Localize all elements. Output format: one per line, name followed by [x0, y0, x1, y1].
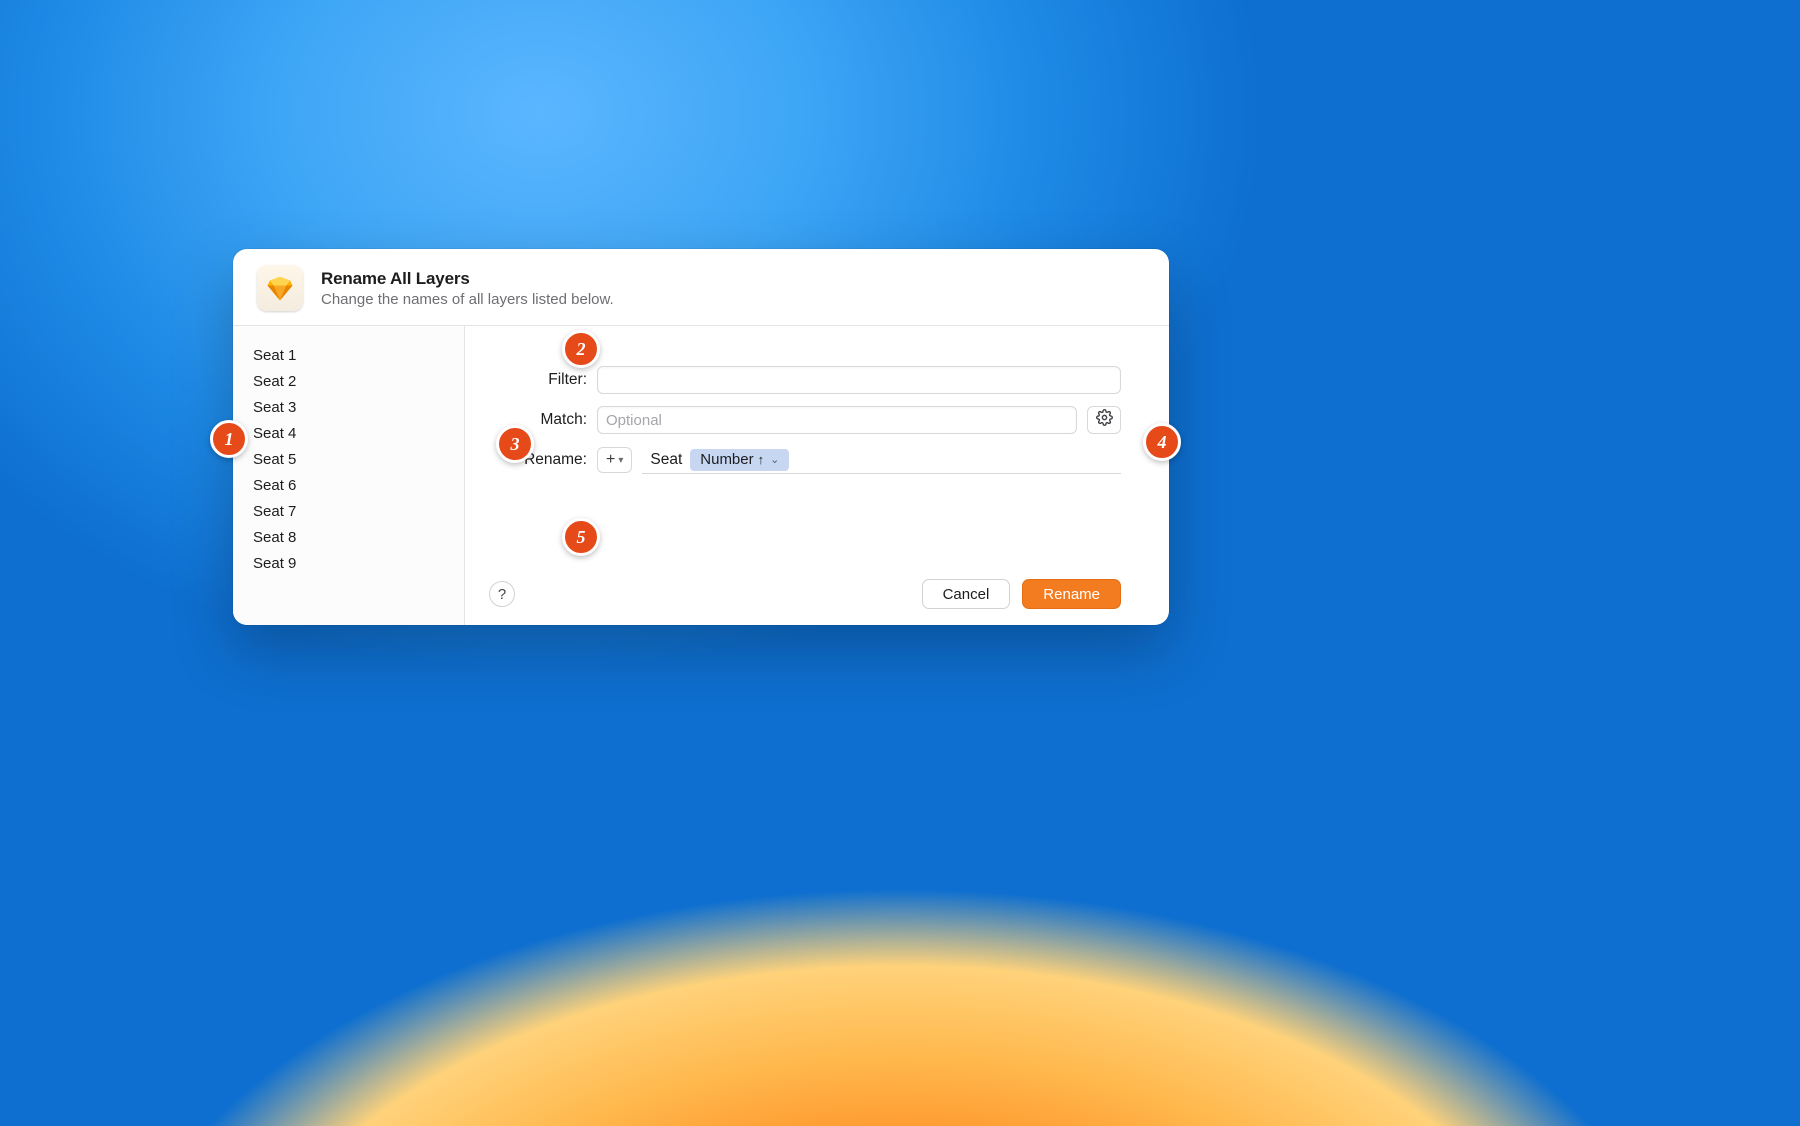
- annotation-marker-2: 2: [562, 330, 600, 368]
- match-label: Match:: [489, 411, 587, 429]
- match-settings-button[interactable]: [1087, 406, 1121, 434]
- help-icon: ?: [498, 586, 506, 603]
- rename-prefix-text: Seat: [650, 451, 682, 469]
- dialog-header: Rename All Layers Change the names of al…: [233, 249, 1169, 326]
- number-token-label: Number: [700, 451, 753, 468]
- dialog-subtitle: Change the names of all layers listed be…: [321, 291, 614, 308]
- number-token[interactable]: Number ↑ ⌄: [690, 449, 789, 471]
- add-token-button[interactable]: + ▾: [597, 447, 632, 473]
- list-item[interactable]: Seat 6: [233, 472, 464, 498]
- filter-input[interactable]: [597, 366, 1121, 394]
- chevron-down-icon: ▾: [618, 455, 623, 466]
- filter-label: Filter:: [489, 371, 587, 389]
- list-item[interactable]: Seat 5: [233, 446, 464, 472]
- plus-icon: +: [606, 451, 615, 469]
- arrow-up-icon: ↑: [758, 452, 765, 467]
- dialog-title: Rename All Layers: [321, 269, 614, 289]
- chevron-down-icon: ⌄: [770, 453, 779, 466]
- list-item[interactable]: Seat 8: [233, 524, 464, 550]
- list-item[interactable]: Seat 2: [233, 368, 464, 394]
- dialog-body: Seat 1 Seat 2 Seat 3 Seat 4 Seat 5 Seat …: [233, 326, 1169, 625]
- annotation-marker-4: 4: [1143, 423, 1181, 461]
- filter-row: Filter:: [489, 366, 1121, 394]
- list-item[interactable]: Seat 9: [233, 550, 464, 576]
- help-button[interactable]: ?: [489, 581, 515, 607]
- annotation-marker-1: 1: [210, 420, 248, 458]
- main-panel: Filter: Match:: [465, 326, 1169, 625]
- rename-row: Rename: + ▾ Seat Number ↑ ⌄: [489, 446, 1121, 474]
- header-text: Rename All Layers Change the names of al…: [321, 269, 614, 308]
- annotation-marker-3: 3: [496, 425, 534, 463]
- match-input[interactable]: [597, 406, 1077, 434]
- gear-icon: [1096, 409, 1113, 431]
- list-item[interactable]: Seat 7: [233, 498, 464, 524]
- rename-button[interactable]: Rename: [1022, 579, 1121, 609]
- list-item[interactable]: Seat 1: [233, 342, 464, 368]
- rename-layers-dialog: Rename All Layers Change the names of al…: [233, 249, 1169, 625]
- match-row: Match:: [489, 406, 1121, 434]
- form: Filter: Match:: [489, 366, 1121, 474]
- list-item[interactable]: Seat 4: [233, 420, 464, 446]
- dialog-footer: ? Cancel Rename: [489, 563, 1121, 609]
- rename-input[interactable]: Seat Number ↑ ⌄: [642, 446, 1121, 474]
- sketch-app-icon: [257, 265, 303, 311]
- layer-list: Seat 1 Seat 2 Seat 3 Seat 4 Seat 5 Seat …: [233, 326, 465, 625]
- annotation-marker-5: 5: [562, 518, 600, 556]
- list-item[interactable]: Seat 3: [233, 394, 464, 420]
- cancel-button[interactable]: Cancel: [922, 579, 1011, 609]
